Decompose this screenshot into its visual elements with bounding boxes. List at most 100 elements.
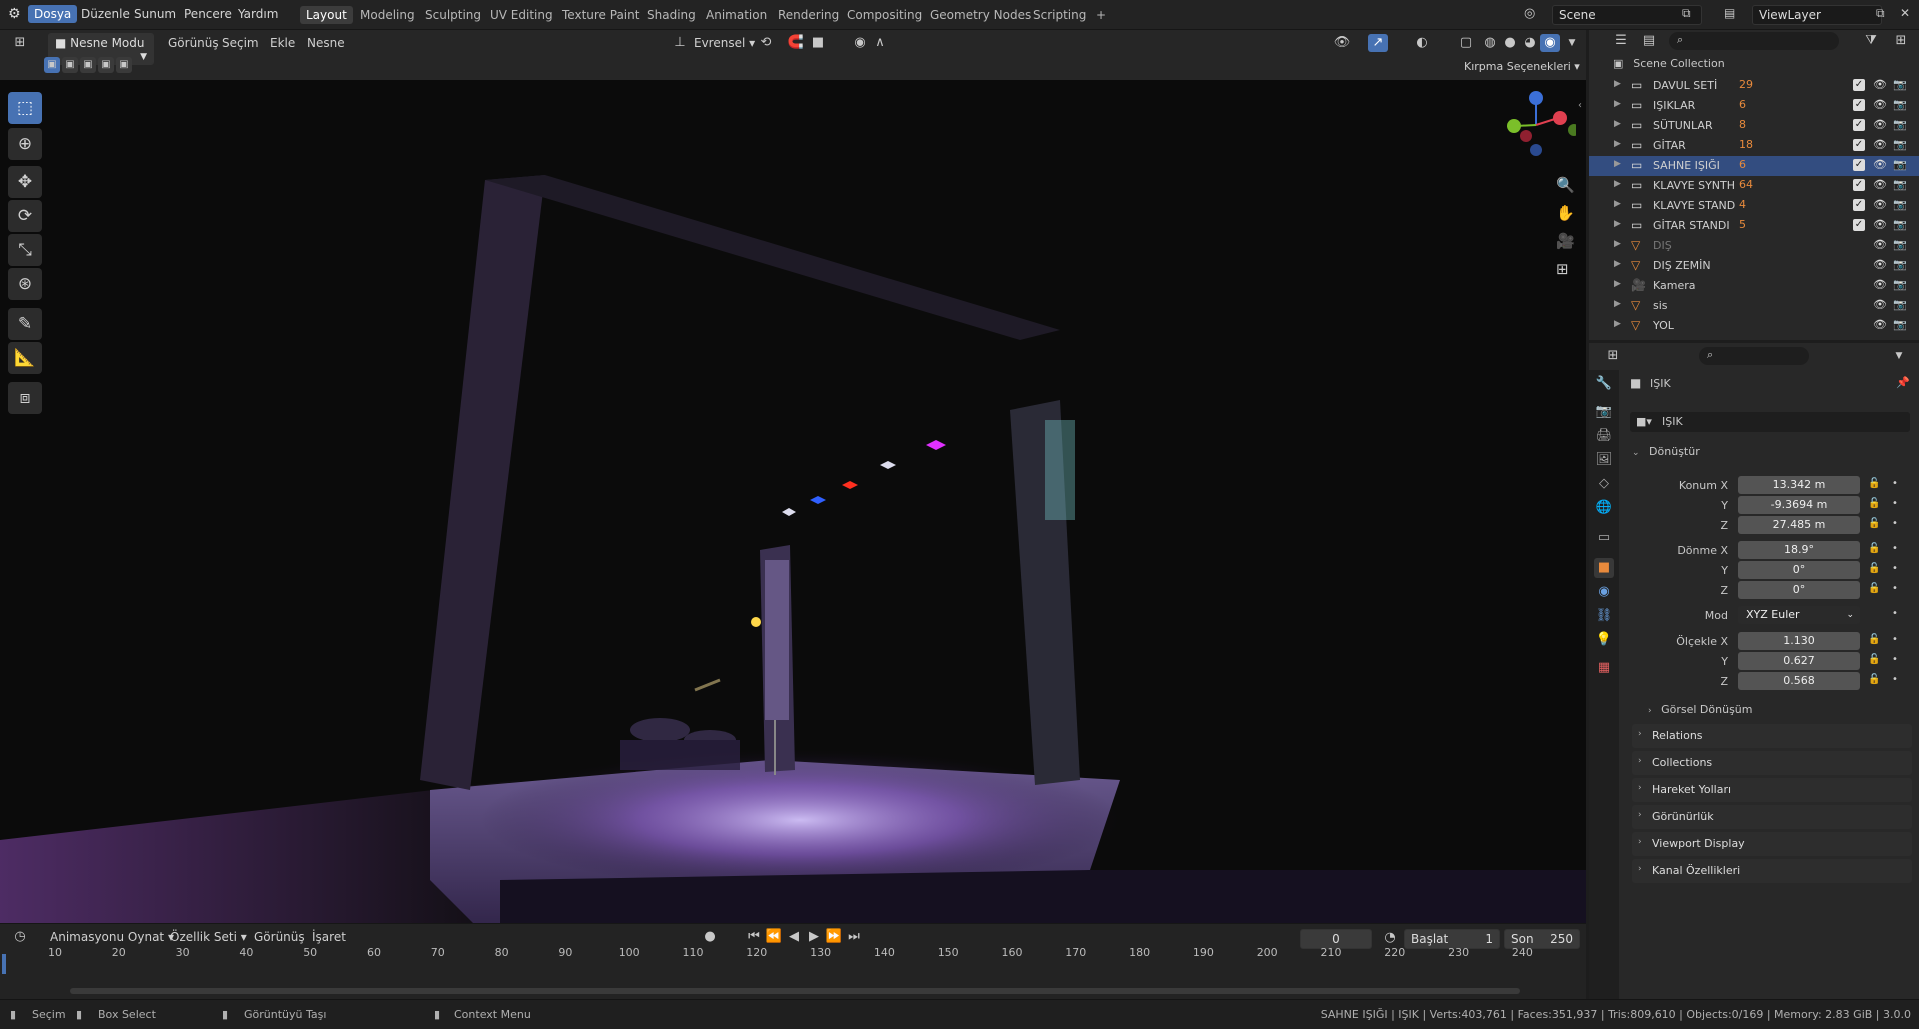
eye-icon[interactable]: 👁 bbox=[1873, 78, 1887, 91]
outliner-row[interactable]: ▶ ▭ KLAVYE STAND 4 ✓ 👁 📷 bbox=[1589, 196, 1919, 216]
proportional-edit-icon[interactable]: ◉ bbox=[850, 34, 870, 52]
render-camera-icon[interactable]: 📷 bbox=[1893, 238, 1907, 251]
relations-panel[interactable]: › Relations bbox=[1632, 724, 1912, 748]
lock-icon[interactable]: 🔓 bbox=[1868, 674, 1880, 685]
scale-y-field[interactable]: 0.627 bbox=[1738, 652, 1860, 670]
rotation-y-field[interactable]: 0° bbox=[1738, 561, 1860, 579]
pivot-icon[interactable]: ⟲ bbox=[756, 34, 776, 52]
expand-arrow-icon[interactable]: ▶ bbox=[1614, 239, 1621, 249]
render-camera-icon[interactable]: 📷 bbox=[1893, 118, 1907, 131]
add-workspace-button[interactable]: + bbox=[1090, 6, 1112, 24]
properties-options-icon[interactable]: ▼ bbox=[1889, 347, 1909, 365]
eye-icon[interactable]: 👁 bbox=[1873, 198, 1887, 211]
keyframe-dot-icon[interactable]: • bbox=[1892, 674, 1898, 685]
lock-icon[interactable]: 🔓 bbox=[1868, 654, 1880, 665]
tab-layout[interactable]: Layout bbox=[300, 6, 353, 24]
render-camera-icon[interactable]: 📷 bbox=[1893, 218, 1907, 231]
properties-editor-icon[interactable]: ⊞ bbox=[1603, 347, 1623, 365]
tab-scripting[interactable]: Scripting bbox=[1027, 6, 1092, 24]
expand-arrow-icon[interactable]: ▶ bbox=[1614, 139, 1621, 149]
outliner-row[interactable]: ▶ ▽ DIŞ ZEMİN 👁 📷 bbox=[1589, 256, 1919, 276]
scene-tab-icon[interactable]: ◇ bbox=[1594, 474, 1614, 494]
keyframe-dot-icon[interactable]: • bbox=[1892, 518, 1898, 529]
viewlayer-icon[interactable]: ▤ bbox=[1724, 6, 1735, 20]
tab-texture-paint[interactable]: Texture Paint bbox=[556, 6, 645, 24]
editor-type-icon[interactable]: ⊞ bbox=[10, 34, 30, 52]
render-camera-icon[interactable]: 📷 bbox=[1893, 158, 1907, 171]
outliner-row[interactable]: ▶ ▭ GİTAR STANDI 5 ✓ 👁 📷 bbox=[1589, 216, 1919, 236]
annotate-tool[interactable]: ✎ bbox=[8, 308, 42, 340]
render-camera-icon[interactable]: 📷 bbox=[1893, 298, 1907, 311]
view-layer-tab-icon[interactable]: 🖼 bbox=[1594, 450, 1614, 470]
keyframe-dot-icon[interactable]: • bbox=[1892, 654, 1898, 665]
render-camera-icon[interactable]: 📷 bbox=[1893, 318, 1907, 331]
tab-compositing[interactable]: Compositing bbox=[841, 6, 928, 24]
render-camera-icon[interactable]: 📷 bbox=[1893, 198, 1907, 211]
snap-icon[interactable]: 🧲 bbox=[786, 34, 806, 52]
keyframe-dot-icon[interactable]: • bbox=[1892, 634, 1898, 645]
display-mode-icon[interactable]: ▤ bbox=[1639, 32, 1659, 50]
keyframe-dot-icon[interactable]: • bbox=[1892, 563, 1898, 574]
pin-icon[interactable]: 📌 bbox=[1896, 376, 1910, 389]
menu-edit[interactable]: Düzenle bbox=[75, 5, 136, 23]
exclude-checkbox[interactable]: ✓ bbox=[1853, 79, 1865, 91]
scale-x-field[interactable]: 1.130 bbox=[1738, 632, 1860, 650]
transform-tool[interactable]: ⊛ bbox=[8, 268, 42, 300]
eye-icon[interactable]: 👁 bbox=[1873, 318, 1887, 331]
keyframe-dot-icon[interactable]: • bbox=[1892, 498, 1898, 509]
menu-help[interactable]: Yardım bbox=[232, 5, 284, 23]
tab-animation[interactable]: Animation bbox=[700, 6, 773, 24]
scene-collection-row[interactable]: ▣ Scene Collection bbox=[1613, 56, 1913, 74]
shading-wireframe-icon[interactable]: ◍ bbox=[1480, 34, 1500, 52]
expand-arrow-icon[interactable]: ▶ bbox=[1614, 299, 1621, 309]
rotation-z-field[interactable]: 0° bbox=[1738, 581, 1860, 599]
select-mode-intersect-icon[interactable]: ▣ bbox=[116, 57, 132, 73]
scene-icon[interactable]: ◎ bbox=[1524, 6, 1535, 21]
xray-icon[interactable]: ▢ bbox=[1456, 34, 1476, 52]
transform-orientation-icon[interactable]: ⊥ bbox=[670, 34, 690, 52]
outliner-editor-icon[interactable]: ☰ bbox=[1611, 32, 1631, 50]
shading-options-icon[interactable]: ▼ bbox=[1562, 34, 1582, 52]
tab-modeling[interactable]: Modeling bbox=[354, 6, 421, 24]
outliner-row[interactable]: ▶ 🎥 Kamera 👁 📷 bbox=[1589, 276, 1919, 296]
select-mode-invert-icon[interactable]: ▣ bbox=[98, 57, 114, 73]
exclude-checkbox[interactable]: ✓ bbox=[1853, 159, 1865, 171]
lock-icon[interactable]: 🔓 bbox=[1868, 634, 1880, 645]
shading-material-icon[interactable]: ◕ bbox=[1520, 34, 1540, 52]
exclude-checkbox[interactable]: ✓ bbox=[1853, 199, 1865, 211]
tab-rendering[interactable]: Rendering bbox=[772, 6, 845, 24]
move-tool[interactable]: ✥ bbox=[8, 166, 42, 198]
shading-rendered-icon[interactable]: ◉ bbox=[1540, 34, 1560, 52]
outliner-row[interactable]: ▶ ▽ YOL 👁 📷 bbox=[1589, 316, 1919, 336]
lock-icon[interactable]: 🔓 bbox=[1868, 563, 1880, 574]
scale-tool[interactable]: ⤡ bbox=[8, 234, 42, 266]
texture-tab-icon[interactable]: ▦ bbox=[1594, 658, 1614, 678]
outliner-row[interactable]: ▶ ▭ DAVUL SETİ 29 ✓ 👁 📷 bbox=[1589, 76, 1919, 96]
properties-search-input[interactable]: ⌕ bbox=[1699, 347, 1809, 365]
lock-icon[interactable]: 🔓 bbox=[1868, 478, 1880, 489]
eye-icon[interactable]: 👁 bbox=[1873, 158, 1887, 171]
menu-render[interactable]: Sunum bbox=[128, 5, 182, 23]
render-camera-icon[interactable]: 📷 bbox=[1893, 98, 1907, 111]
delta-transform-subpanel[interactable]: › Görsel Dönüşüm bbox=[1648, 703, 1753, 716]
tool-tab-icon[interactable]: 🔧 bbox=[1594, 374, 1614, 394]
filter-icon[interactable]: ⧩ bbox=[1861, 32, 1881, 50]
select-mode-new-icon[interactable]: ▣ bbox=[44, 57, 60, 73]
pan-hand-icon[interactable]: ✋ bbox=[1556, 204, 1575, 222]
transform-panel-header[interactable]: ⌄ Dönüştür bbox=[1632, 445, 1912, 465]
exclude-checkbox[interactable]: ✓ bbox=[1853, 219, 1865, 231]
outliner-row[interactable]: ▶ ▽ sis 👁 📷 bbox=[1589, 296, 1919, 316]
eye-icon[interactable]: 👁 bbox=[1873, 178, 1887, 191]
expand-arrow-icon[interactable]: ▶ bbox=[1614, 79, 1621, 89]
select-box-tool[interactable]: ⬚ bbox=[8, 92, 42, 124]
keyframe-dot-icon[interactable]: • bbox=[1892, 608, 1898, 619]
timeline-scrollbar[interactable] bbox=[70, 988, 1520, 994]
expand-arrow-icon[interactable]: ▶ bbox=[1614, 159, 1621, 169]
exclude-checkbox[interactable]: ✓ bbox=[1853, 139, 1865, 151]
tab-geometry-nodes[interactable]: Geometry Nodes bbox=[924, 6, 1037, 24]
tab-sculpting[interactable]: Sculpting bbox=[419, 6, 487, 24]
exclude-checkbox[interactable]: ✓ bbox=[1853, 119, 1865, 131]
output-tab-icon[interactable]: 🖨 bbox=[1594, 426, 1614, 446]
expand-arrow-icon[interactable]: ▶ bbox=[1614, 319, 1621, 329]
new-viewlayer-icon[interactable]: ⧉ bbox=[1876, 6, 1885, 21]
